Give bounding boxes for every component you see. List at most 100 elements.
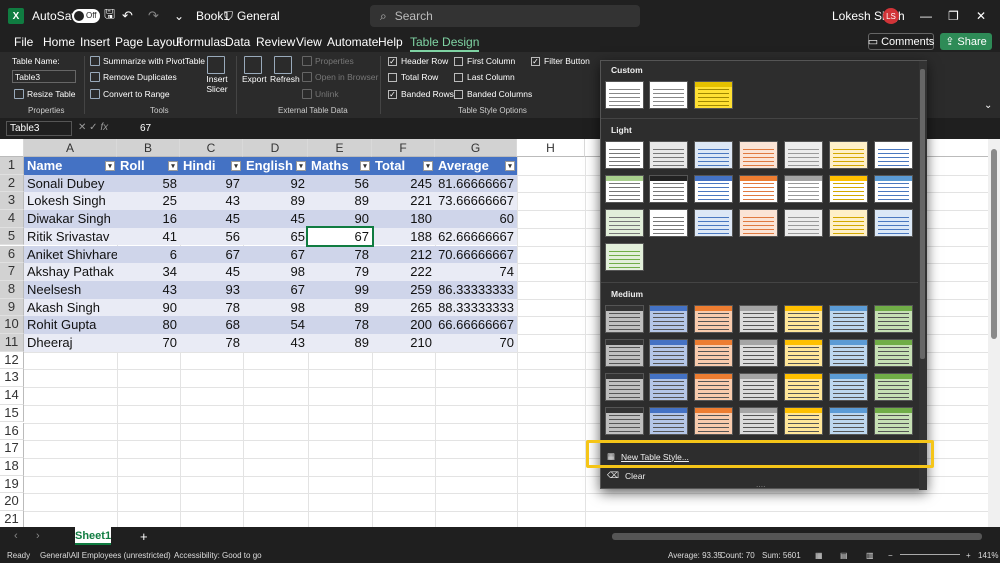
page-break-icon[interactable]: ▥ [866,551,874,560]
zoom-in-icon[interactable]: + [966,551,971,560]
table-style-thumb[interactable] [605,209,644,237]
restore-icon[interactable]: ❐ [948,0,959,32]
table-style-thumb[interactable] [874,373,913,401]
redo-icon[interactable]: ↷ [148,0,159,32]
insert-slicer-button[interactable]: Insert Slicer [204,56,230,94]
table-cell[interactable]: 93 [180,280,243,299]
table-style-thumb[interactable] [784,209,823,237]
table-style-thumb[interactable] [605,339,644,367]
table-style-thumb[interactable] [829,339,868,367]
table-cell[interactable]: 200 [372,316,435,334]
row-header[interactable]: 12 [0,351,24,370]
last-column-checkbox[interactable]: Last Column [454,72,515,82]
row-header[interactable]: 18 [0,457,24,476]
row-header[interactable]: 20 [0,493,24,511]
column-header[interactable]: F [372,139,435,157]
table-cell[interactable]: 70.66666667 [435,245,517,264]
table-cell[interactable]: 79 [308,263,372,281]
table-cell[interactable]: 45 [180,263,243,281]
table-style-thumb[interactable] [694,81,733,109]
unlink-button[interactable]: Unlink [302,89,339,99]
table-style-thumb[interactable] [874,209,913,237]
table-style-thumb[interactable] [649,81,688,109]
table-cell[interactable]: 259 [372,280,435,299]
row-header[interactable]: 8 [0,280,24,299]
table-style-thumb[interactable] [874,305,913,333]
table-cell[interactable]: 60 [435,210,517,228]
menu-tab-automate[interactable]: Automate [327,35,378,49]
table-cell[interactable]: 180 [372,210,435,228]
table-cell[interactable]: Aniket Shivhare [24,245,117,264]
table-cell[interactable]: 56 [180,227,243,246]
table-cell[interactable]: Akash Singh [24,298,117,317]
table-style-thumb[interactable] [739,407,778,435]
header-row-checkbox[interactable]: ✓ Header Row [388,56,448,66]
table-cell[interactable]: 67 [243,245,308,264]
undo-icon[interactable]: ↶ [122,0,133,32]
table-cell[interactable]: 65 [243,227,308,246]
table-cell[interactable]: 70 [435,334,517,352]
table-cell[interactable]: 54 [243,316,308,334]
row-header[interactable]: 3 [0,192,24,211]
table-cell[interactable]: 97 [180,174,243,193]
zoom-out-icon[interactable]: − [888,551,893,560]
gallery-scrollbar[interactable] [919,61,927,490]
next-sheet-icon[interactable]: › [36,530,40,542]
vertical-scrollbar[interactable] [988,139,1000,527]
menu-tab-file[interactable]: File [14,35,33,49]
avatar[interactable]: LS [883,0,899,32]
zoom-level[interactable]: 141% [978,551,998,560]
filter-dropdown-icon[interactable]: ▾ [105,161,115,171]
column-header[interactable]: C [180,139,243,157]
table-style-thumb[interactable] [694,175,733,203]
table-cell[interactable]: 98 [243,298,308,317]
table-style-thumb[interactable] [605,81,644,109]
table-header-cell[interactable]: English ▾ [243,157,308,175]
row-header[interactable]: 2 [0,174,24,193]
first-column-checkbox[interactable]: First Column [454,56,515,66]
open-browser-button[interactable]: Open in Browser [302,72,378,82]
save-icon[interactable]: 🖫 [104,0,115,32]
table-style-thumb[interactable] [694,339,733,367]
customize-qat-icon[interactable]: ⌄ [174,0,184,32]
table-style-thumb[interactable] [784,407,823,435]
table-style-thumb[interactable] [829,373,868,401]
page-layout-icon[interactable]: ▤ [840,551,848,560]
table-cell[interactable]: 89 [308,192,372,211]
table-style-thumb[interactable] [649,305,688,333]
table-style-thumb[interactable] [694,373,733,401]
table-cell[interactable]: 90 [117,298,180,317]
menu-tab-review[interactable]: Review [256,35,295,49]
table-cell[interactable]: Rohit Gupta [24,316,117,334]
table-style-thumb[interactable] [605,243,644,271]
table-style-thumb[interactable] [874,407,913,435]
column-header[interactable]: E [308,139,372,157]
table-cell[interactable]: 78 [308,245,372,264]
table-style-thumb[interactable] [649,407,688,435]
select-all-corner[interactable] [0,139,24,157]
table-cell[interactable]: Diwakar Singh [24,210,117,228]
table-style-thumb[interactable] [829,407,868,435]
table-style-thumb[interactable] [649,373,688,401]
row-header[interactable]: 10 [0,316,24,334]
horizontal-scrollbar[interactable] [612,533,982,540]
table-cell[interactable]: 210 [372,334,435,352]
filter-button-checkbox[interactable]: ✓ Filter Button [531,56,590,66]
table-style-thumb[interactable] [649,175,688,203]
table-style-thumb[interactable] [694,209,733,237]
banded-rows-checkbox[interactable]: ✓ Banded Rows [388,89,454,99]
table-cell[interactable]: 41 [117,227,180,246]
table-cell[interactable]: 43 [117,280,180,299]
table-cell[interactable]: 58 [117,174,180,193]
row-header[interactable]: 15 [0,404,24,423]
row-header[interactable]: 13 [0,369,24,388]
table-style-thumb[interactable] [605,175,644,203]
table-header-cell[interactable]: Roll ▾ [117,157,180,175]
row-header[interactable]: 4 [0,210,24,228]
table-cell[interactable]: 99 [308,280,372,299]
table-cell[interactable]: 6 [117,245,180,264]
status-sensitivity[interactable]: General\All Employees (unrestricted) [40,551,171,560]
menu-tab-help[interactable]: Help [378,35,403,49]
menu-tab-home[interactable]: Home [43,35,75,49]
convert-range-button[interactable]: Convert to Range [90,89,170,99]
